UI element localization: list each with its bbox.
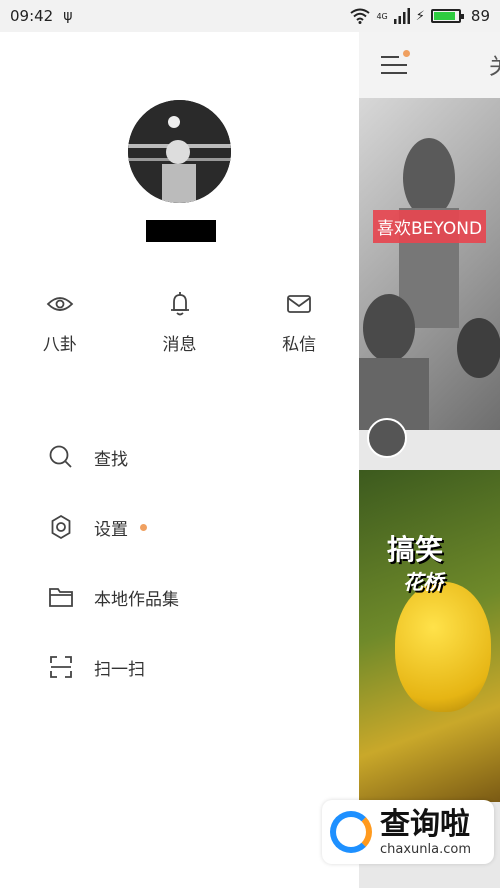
menu-item-label: 扫一扫 <box>94 659 145 680</box>
menu-item-local-works[interactable]: 本地作品集 <box>0 562 359 632</box>
side-drawer: 八卦 消息 私信 查找 设置 本地作品集 扫一扫 <box>0 32 359 888</box>
feed-header-title: 关 <box>489 49 500 81</box>
card-subtitle: 花桥 <box>403 570 443 594</box>
folder-icon <box>48 584 74 610</box>
status-time: 09:42 <box>10 7 54 25</box>
drawer-menu: 查找 设置 本地作品集 扫一扫 <box>0 422 359 702</box>
watermark-logo: 查询啦 chaxunla.com <box>322 800 494 864</box>
feed-card[interactable]: 喜欢BEYOND <box>359 98 500 430</box>
charging-icon: ⚡ <box>415 8 425 24</box>
mail-icon <box>287 295 312 313</box>
card-title: 搞笑 <box>387 533 444 566</box>
wifi-icon <box>350 8 371 24</box>
menu-notification-dot <box>403 50 410 57</box>
quick-action-label: 私信 <box>282 335 317 355</box>
feed-user-avatar[interactable] <box>367 418 407 458</box>
avatar-photo <box>128 100 231 203</box>
scan-icon <box>48 654 74 680</box>
quick-action-messages[interactable]: 消息 <box>120 290 240 355</box>
quick-action-label: 八卦 <box>42 335 77 355</box>
feed-header: 关 <box>359 32 500 98</box>
battery-level <box>433 12 456 20</box>
quick-action-private-message[interactable]: 私信 <box>239 290 359 355</box>
band-photo <box>359 138 500 430</box>
menu-item-scan[interactable]: 扫一扫 <box>0 632 359 702</box>
eye-icon <box>46 297 74 311</box>
avatar[interactable] <box>128 100 231 203</box>
notification-dot <box>140 523 147 531</box>
menu-item-label: 设置 <box>94 519 128 540</box>
quick-actions: 八卦 消息 私信 <box>0 290 359 355</box>
menu-item-label: 本地作品集 <box>94 589 179 610</box>
bell-icon <box>170 292 189 316</box>
signal-icon <box>393 8 410 24</box>
watermark-title: 查询啦 <box>380 806 470 842</box>
card-caption: 喜欢BEYOND <box>373 210 487 243</box>
menu-item-settings[interactable]: 设置 <box>0 492 359 562</box>
network-type: 4G <box>376 12 388 21</box>
usb-icon: ψ <box>63 8 73 24</box>
gear-icon <box>48 514 74 540</box>
battery-icon <box>430 9 464 23</box>
menu-item-label: 查找 <box>94 449 128 470</box>
search-icon <box>48 444 74 470</box>
battery-percent: 89 <box>470 7 490 25</box>
quick-action-gossip[interactable]: 八卦 <box>0 290 120 355</box>
background-feed: 关 喜欢BEYOND 搞笑 花桥 <box>359 32 500 888</box>
username-redacted <box>146 220 216 242</box>
search-icon <box>330 811 372 853</box>
menu-item-search[interactable]: 查找 <box>0 422 359 492</box>
status-bar: 09:42 ψ 4G ⚡ 89 <box>0 0 500 32</box>
feed-card[interactable]: 搞笑 花桥 <box>359 470 500 802</box>
lemon-face-image <box>395 582 491 712</box>
quick-action-label: 消息 <box>162 335 197 355</box>
watermark-url: chaxunla.com <box>380 841 471 857</box>
